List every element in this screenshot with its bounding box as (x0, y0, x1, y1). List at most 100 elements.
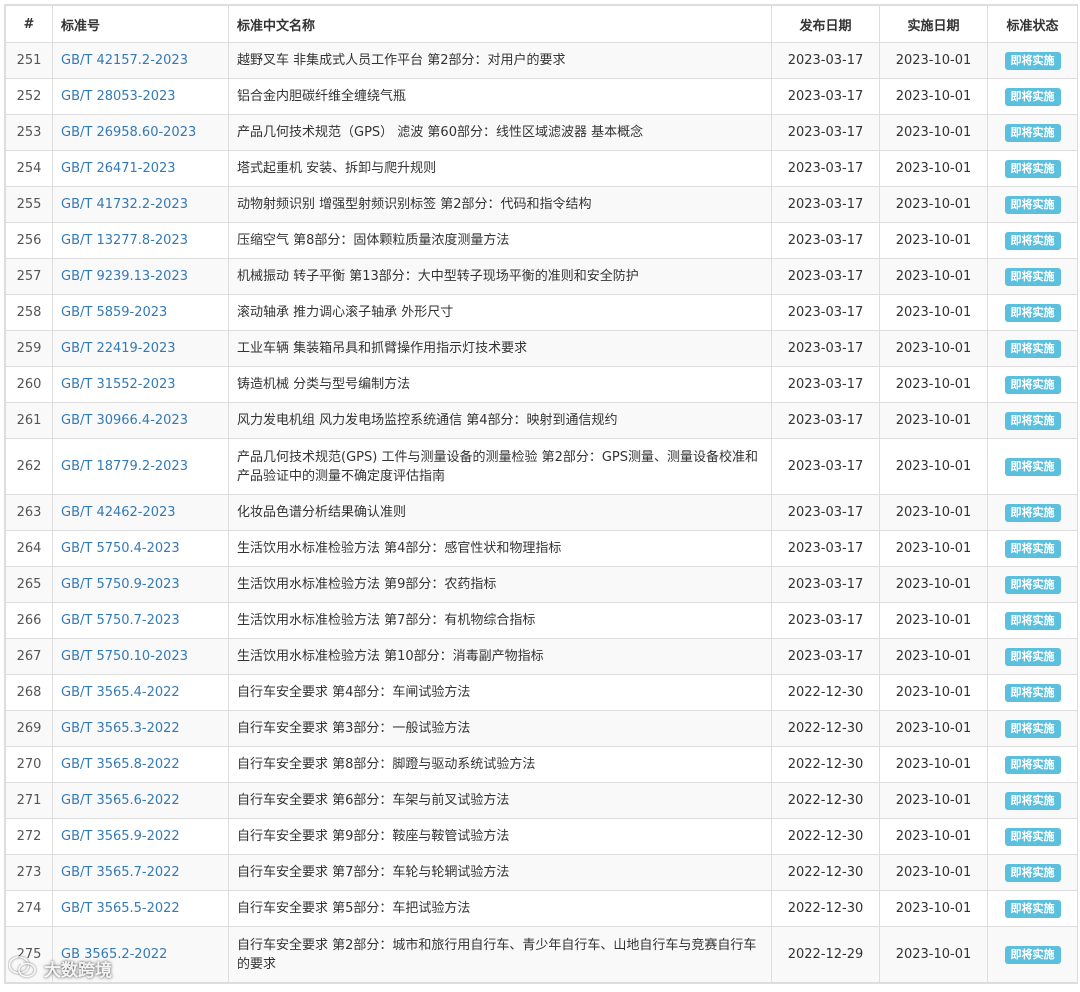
publish-date: 2023-03-17 (771, 42, 880, 79)
status-cell: 即将实施 (987, 258, 1078, 295)
status-badge: 即将实施 (1004, 539, 1061, 558)
row-number: 268 (5, 674, 53, 711)
table-row: 255 GB/T 41732.2-2023 动物射频识别 增强型射频识别标签 第2部… (5, 186, 1078, 223)
status-cell: 即将实施 (987, 330, 1078, 367)
effective-date: 2023-10-01 (879, 602, 988, 639)
standard-code-link[interactable]: GB/T 5859-2023 (52, 294, 229, 331)
standard-code-link[interactable]: GB/T 26471-2023 (52, 150, 229, 187)
table-row: 262 GB/T 18779.2-2023 产品几何技术规范(GPS) 工件与测量设… (5, 438, 1078, 495)
publish-date: 2023-03-17 (771, 566, 880, 603)
header-effective-date[interactable]: 实施日期 (879, 5, 988, 43)
effective-date: 2023-10-01 (879, 150, 988, 187)
effective-date: 2023-10-01 (879, 402, 988, 439)
status-cell: 即将实施 (987, 530, 1078, 567)
status-badge: 即将实施 (1004, 195, 1061, 214)
standard-code-link[interactable]: GB/T 3565.3-2022 (52, 710, 229, 747)
standard-code-link[interactable]: GB/T 5750.10-2023 (52, 638, 229, 675)
publish-date: 2023-03-17 (771, 494, 880, 531)
status-badge: 即将实施 (1004, 159, 1061, 178)
publish-date: 2023-03-17 (771, 78, 880, 115)
standard-name: 风力发电机组 风力发电场监控系统通信 第4部分：映射到通信规约 (228, 402, 772, 439)
status-cell: 即将实施 (987, 602, 1078, 639)
standard-code-link[interactable]: GB/T 42157.2-2023 (52, 42, 229, 79)
publish-date: 2023-03-17 (771, 330, 880, 367)
publish-date: 2022-12-30 (771, 746, 880, 783)
status-cell: 即将实施 (987, 710, 1078, 747)
table-row: 271 GB/T 3565.6-2022 自行车安全要求 第6部分：车架与前叉试验方… (5, 782, 1078, 819)
publish-date: 2022-12-30 (771, 782, 880, 819)
standard-name: 生活饮用水标准检验方法 第9部分：农药指标 (228, 566, 772, 603)
publish-date: 2022-12-29 (771, 926, 880, 983)
standard-code-link[interactable]: GB/T 3565.7-2022 (52, 854, 229, 891)
table-row: 273 GB/T 3565.7-2022 自行车安全要求 第7部分：车轮与轮辋试验方… (5, 854, 1078, 891)
effective-date: 2023-10-01 (879, 494, 988, 531)
status-cell: 即将实施 (987, 746, 1078, 783)
status-badge: 即将实施 (1004, 267, 1061, 286)
standard-code-link[interactable]: GB/T 30966.4-2023 (52, 402, 229, 439)
status-cell: 即将实施 (987, 78, 1078, 115)
table-row: 266 GB/T 5750.7-2023 生活饮用水标准检验方法 第7部分：有机物综… (5, 602, 1078, 639)
status-badge: 即将实施 (1004, 683, 1061, 702)
row-number: 263 (5, 494, 53, 531)
header-number[interactable]: # (5, 5, 53, 43)
status-badge: 即将实施 (1004, 611, 1061, 630)
row-number: 270 (5, 746, 53, 783)
standard-code-link[interactable]: GB/T 13277.8-2023 (52, 222, 229, 259)
effective-date: 2023-10-01 (879, 890, 988, 927)
header-status[interactable]: 标准状态 (987, 5, 1078, 43)
standard-code-link[interactable]: GB/T 3565.4-2022 (52, 674, 229, 711)
standard-name: 自行车安全要求 第3部分：一般试验方法 (228, 710, 772, 747)
standard-code-link[interactable]: GB/T 28053-2023 (52, 78, 229, 115)
publish-date: 2023-03-17 (771, 186, 880, 223)
status-badge: 即将实施 (1004, 647, 1061, 666)
row-number: 271 (5, 782, 53, 819)
standard-code-link[interactable]: GB/T 22419-2023 (52, 330, 229, 367)
status-cell: 即将实施 (987, 42, 1078, 79)
header-publish-date[interactable]: 发布日期 (771, 5, 880, 43)
row-number: 265 (5, 566, 53, 603)
standard-code-link[interactable]: GB/T 18779.2-2023 (52, 438, 229, 495)
standard-code-link[interactable]: GB/T 5750.7-2023 (52, 602, 229, 639)
table-row: 272 GB/T 3565.9-2022 自行车安全要求 第9部分：鞍座与鞍管试验方… (5, 818, 1078, 855)
standard-code-link[interactable]: GB/T 9239.13-2023 (52, 258, 229, 295)
publish-date: 2023-03-17 (771, 638, 880, 675)
standards-table-container: # 标准号 标准中文名称 发布日期 实施日期 标准状态 251 GB/T 4215… (4, 4, 1078, 984)
standard-name: 压缩空气 第8部分：固体颗粒质量浓度测量方法 (228, 222, 772, 259)
status-badge: 即将实施 (1004, 457, 1061, 476)
standard-code-link[interactable]: GB 3565.2-2022 (52, 926, 229, 983)
table-row: 274 GB/T 3565.5-2022 自行车安全要求 第5部分：车把试验方法 20… (5, 890, 1078, 927)
effective-date: 2023-10-01 (879, 222, 988, 259)
standard-code-link[interactable]: GB/T 3565.9-2022 (52, 818, 229, 855)
publish-date: 2023-03-17 (771, 222, 880, 259)
publish-date: 2022-12-30 (771, 818, 880, 855)
status-cell: 即将实施 (987, 674, 1078, 711)
status-cell: 即将实施 (987, 222, 1078, 259)
effective-date: 2023-10-01 (879, 926, 988, 983)
header-standard-name[interactable]: 标准中文名称 (228, 5, 772, 43)
standard-code-link[interactable]: GB/T 3565.8-2022 (52, 746, 229, 783)
standard-name: 产品几何技术规范（GPS） 滤波 第60部分：线性区域滤波器 基本概念 (228, 114, 772, 151)
publish-date: 2023-03-17 (771, 114, 880, 151)
standard-code-link[interactable]: GB/T 3565.6-2022 (52, 782, 229, 819)
effective-date: 2023-10-01 (879, 530, 988, 567)
publish-date: 2022-12-30 (771, 674, 880, 711)
effective-date: 2023-10-01 (879, 186, 988, 223)
effective-date: 2023-10-01 (879, 746, 988, 783)
effective-date: 2023-10-01 (879, 366, 988, 403)
standard-code-link[interactable]: GB/T 3565.5-2022 (52, 890, 229, 927)
standard-code-link[interactable]: GB/T 42462-2023 (52, 494, 229, 531)
standard-code-link[interactable]: GB/T 26958.60-2023 (52, 114, 229, 151)
standard-code-link[interactable]: GB/T 5750.9-2023 (52, 566, 229, 603)
standard-code-link[interactable]: GB/T 31552-2023 (52, 366, 229, 403)
standard-name: 动物射频识别 增强型射频识别标签 第2部分：代码和指令结构 (228, 186, 772, 223)
standard-name: 自行车安全要求 第8部分：脚蹬与驱动系统试验方法 (228, 746, 772, 783)
effective-date: 2023-10-01 (879, 330, 988, 367)
header-standard-code[interactable]: 标准号 (52, 5, 229, 43)
standard-code-link[interactable]: GB/T 5750.4-2023 (52, 530, 229, 567)
row-number: 260 (5, 366, 53, 403)
row-number: 259 (5, 330, 53, 367)
table-body: 251 GB/T 42157.2-2023 越野叉车 非集成式人员工作平台 第2部分… (5, 42, 1078, 983)
row-number: 264 (5, 530, 53, 567)
standard-code-link[interactable]: GB/T 41732.2-2023 (52, 186, 229, 223)
standard-name: 铝合金内胆碳纤维全缠绕气瓶 (228, 78, 772, 115)
